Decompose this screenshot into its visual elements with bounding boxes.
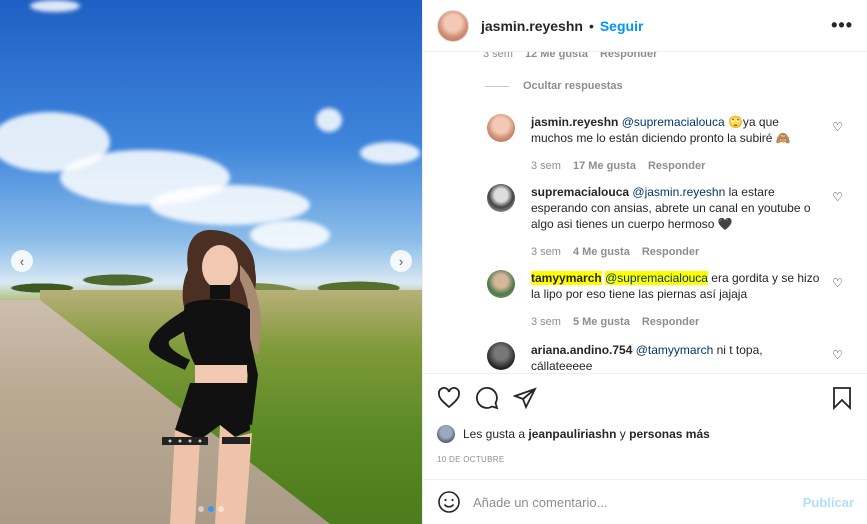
post-username[interactable]: jasmin.reyeshn	[481, 18, 583, 34]
hide-replies-label: Ocultar respuestas	[523, 80, 623, 92]
comment-meta: 3 sem 4 Me gusta Responder	[531, 244, 821, 260]
avatar[interactable]	[487, 114, 515, 142]
comment-input[interactable]	[473, 494, 803, 510]
comment-likes[interactable]: 12 Me gusta	[525, 52, 588, 60]
likes-others-link[interactable]: personas más	[629, 427, 710, 441]
comment-meta: 3 sem 12 Me gusta Responder	[483, 52, 657, 60]
comment-username[interactable]: tamyymarch	[531, 271, 602, 285]
comment-reply: ariana.andino.754 @tamyymarch ni t topa,…	[487, 342, 857, 372]
post-header: jasmin.reyeshn • Seguir •••	[423, 0, 867, 52]
more-dots-icon[interactable]: •••	[831, 15, 853, 36]
comment-mention[interactable]: @tamyymarch	[636, 343, 714, 357]
comment-reply: jasmin.reyeshn @supremacialouca 🙄ya que …	[487, 114, 857, 174]
chevron-left-icon: ‹	[19, 253, 25, 269]
avatar[interactable]	[437, 9, 469, 42]
cloud	[150, 185, 310, 225]
like-comment-heart-icon[interactable]: ♡	[832, 120, 843, 134]
comment-meta: 3 sem 5 Me gusta Responder	[531, 314, 821, 330]
cloud	[30, 0, 80, 12]
comment-likes[interactable]: 4 Me gusta	[573, 244, 630, 260]
comment-username[interactable]: ariana.andino.754	[531, 343, 632, 357]
carousel-dot	[198, 506, 204, 512]
comment-likes[interactable]: 5 Me gusta	[573, 314, 630, 330]
comment-mention[interactable]: @supremacialouca	[605, 271, 708, 285]
reply-button[interactable]: Responder	[642, 314, 699, 330]
comment-reply: supremacialouca @jasmin.reyeshn la estar…	[487, 184, 857, 260]
comment-reply: tamyymarch @supremacialouca era gordita …	[487, 270, 857, 330]
post-photo[interactable]: ‹ ›	[0, 0, 422, 524]
person-figure	[149, 230, 261, 524]
divider-line	[485, 85, 509, 87]
reply-button[interactable]: Responder	[642, 244, 699, 260]
avatar[interactable]	[487, 270, 515, 298]
like-comment-heart-icon[interactable]: ♡	[832, 190, 843, 204]
like-comment-heart-icon[interactable]: ♡	[832, 348, 843, 362]
comment-time: 3 sem	[531, 316, 561, 328]
comments-list[interactable]: 3 sem 12 Me gusta Responder Ocultar resp…	[423, 52, 867, 372]
post-panel: jasmin.reyeshn • Seguir ••• 3 sem 12 Me …	[422, 0, 867, 524]
prev-photo-button[interactable]: ‹	[11, 250, 33, 272]
cloud	[360, 142, 420, 164]
comment-meta: 3 sem 17 Me gusta Responder	[531, 158, 821, 174]
avatar[interactable]	[437, 425, 455, 443]
reply-button[interactable]: Responder	[600, 52, 657, 60]
hide-replies-button[interactable]: Ocultar respuestas	[485, 80, 623, 92]
comment-mention[interactable]: @supremacialouca	[622, 115, 725, 129]
carousel-dot	[218, 506, 224, 512]
likes-mid: y	[619, 427, 626, 441]
bookmark-icon[interactable]	[830, 386, 854, 410]
reply-button[interactable]: Responder	[648, 158, 705, 174]
publish-button[interactable]: Publicar	[803, 495, 854, 510]
post-actions: Les gusta a jeanpauliriashn y personas m…	[423, 373, 867, 464]
likes-summary: Les gusta a jeanpauliriashn y personas m…	[437, 425, 854, 443]
likes-prefix: Les gusta a	[463, 427, 526, 441]
emoji-icon[interactable]	[437, 490, 461, 514]
cloud	[316, 108, 342, 132]
add-comment-bar: Publicar	[423, 479, 867, 524]
comment-time: 3 sem	[531, 160, 561, 172]
comment-username[interactable]: jasmin.reyeshn	[531, 115, 618, 129]
comment-time: 3 sem	[531, 246, 561, 258]
post-date: 10 DE OCTUBRE	[437, 455, 505, 464]
avatar[interactable]	[487, 184, 515, 212]
comment-icon[interactable]	[475, 386, 499, 410]
separator-dot: •	[588, 17, 594, 34]
next-photo-button[interactable]: ›	[390, 250, 412, 272]
likes-user-link[interactable]: jeanpauliriashn	[528, 427, 616, 441]
carousel-indicator	[0, 506, 422, 512]
comment-mention[interactable]: @jasmin.reyeshn	[632, 185, 725, 199]
comment-username[interactable]: supremacialouca	[531, 185, 629, 199]
like-comment-heart-icon[interactable]: ♡	[832, 276, 843, 290]
chevron-right-icon: ›	[398, 253, 404, 269]
share-icon[interactable]	[513, 386, 537, 410]
comment-likes[interactable]: 17 Me gusta	[573, 158, 636, 174]
follow-button[interactable]: Seguir	[600, 18, 644, 34]
comment-time: 3 sem	[483, 52, 513, 60]
avatar[interactable]	[487, 342, 515, 370]
carousel-dot-active	[208, 506, 214, 512]
heart-icon[interactable]	[437, 386, 461, 410]
